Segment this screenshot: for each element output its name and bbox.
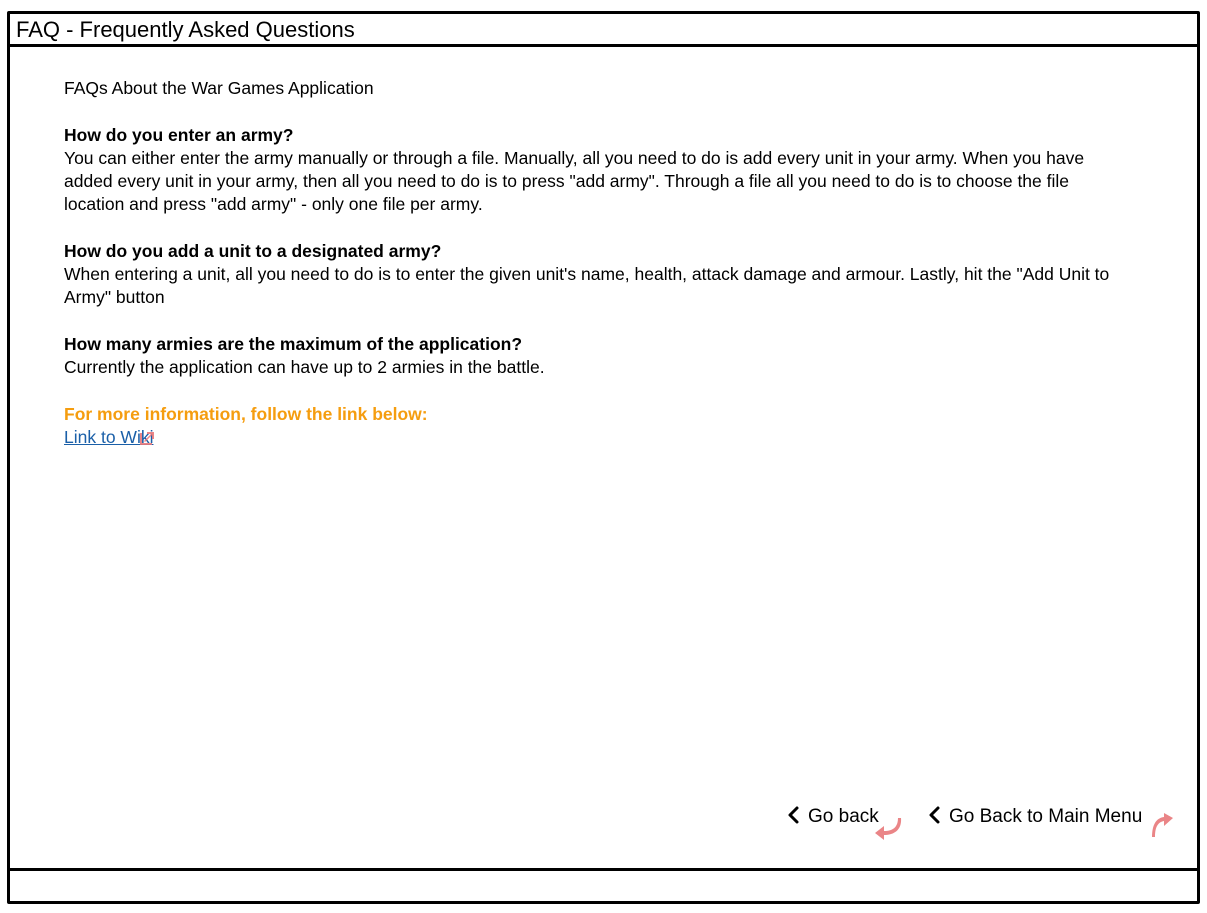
- chevron-left-icon: [929, 806, 940, 824]
- go-back-label: Go back: [808, 806, 879, 827]
- faq-question: How do you add a unit to a designated ar…: [64, 241, 442, 261]
- wiki-link[interactable]: Link to Wiki: [64, 426, 155, 449]
- faq-intro: FAQs About the War Games Application: [64, 78, 374, 98]
- go-back-main-menu-button[interactable]: Go Back to Main Menu: [927, 803, 1142, 833]
- title-bar: FAQ - Frequently Asked Questions: [10, 14, 1197, 47]
- curved-arrow-up-icon: [1152, 813, 1173, 837]
- more-info-label: For more information, follow the link be…: [64, 404, 428, 424]
- external-link-arrow-icon: [140, 432, 155, 445]
- faq-content: FAQs About the War Games Application How…: [64, 77, 1124, 449]
- faq-item: How many armies are the maximum of the a…: [64, 333, 1124, 379]
- faq-answer: When entering a unit, all you need to do…: [64, 264, 1110, 307]
- faq-question: How do you enter an army?: [64, 125, 294, 145]
- faq-question: How many armies are the maximum of the a…: [64, 334, 523, 354]
- faq-item: How do you add a unit to a designated ar…: [64, 240, 1124, 309]
- status-bar: [10, 868, 1197, 901]
- go-back-main-menu-label: Go Back to Main Menu: [949, 806, 1143, 827]
- faq-item: How do you enter an army? You can either…: [64, 124, 1124, 216]
- window-title: FAQ - Frequently Asked Questions: [16, 17, 355, 42]
- go-back-button[interactable]: Go back: [786, 803, 879, 833]
- curved-arrow-back-icon: [875, 818, 902, 840]
- faq-answer: You can either enter the army manually o…: [64, 148, 1085, 214]
- chevron-left-icon: [788, 806, 799, 824]
- faq-answer: Currently the application can have up to…: [64, 357, 545, 377]
